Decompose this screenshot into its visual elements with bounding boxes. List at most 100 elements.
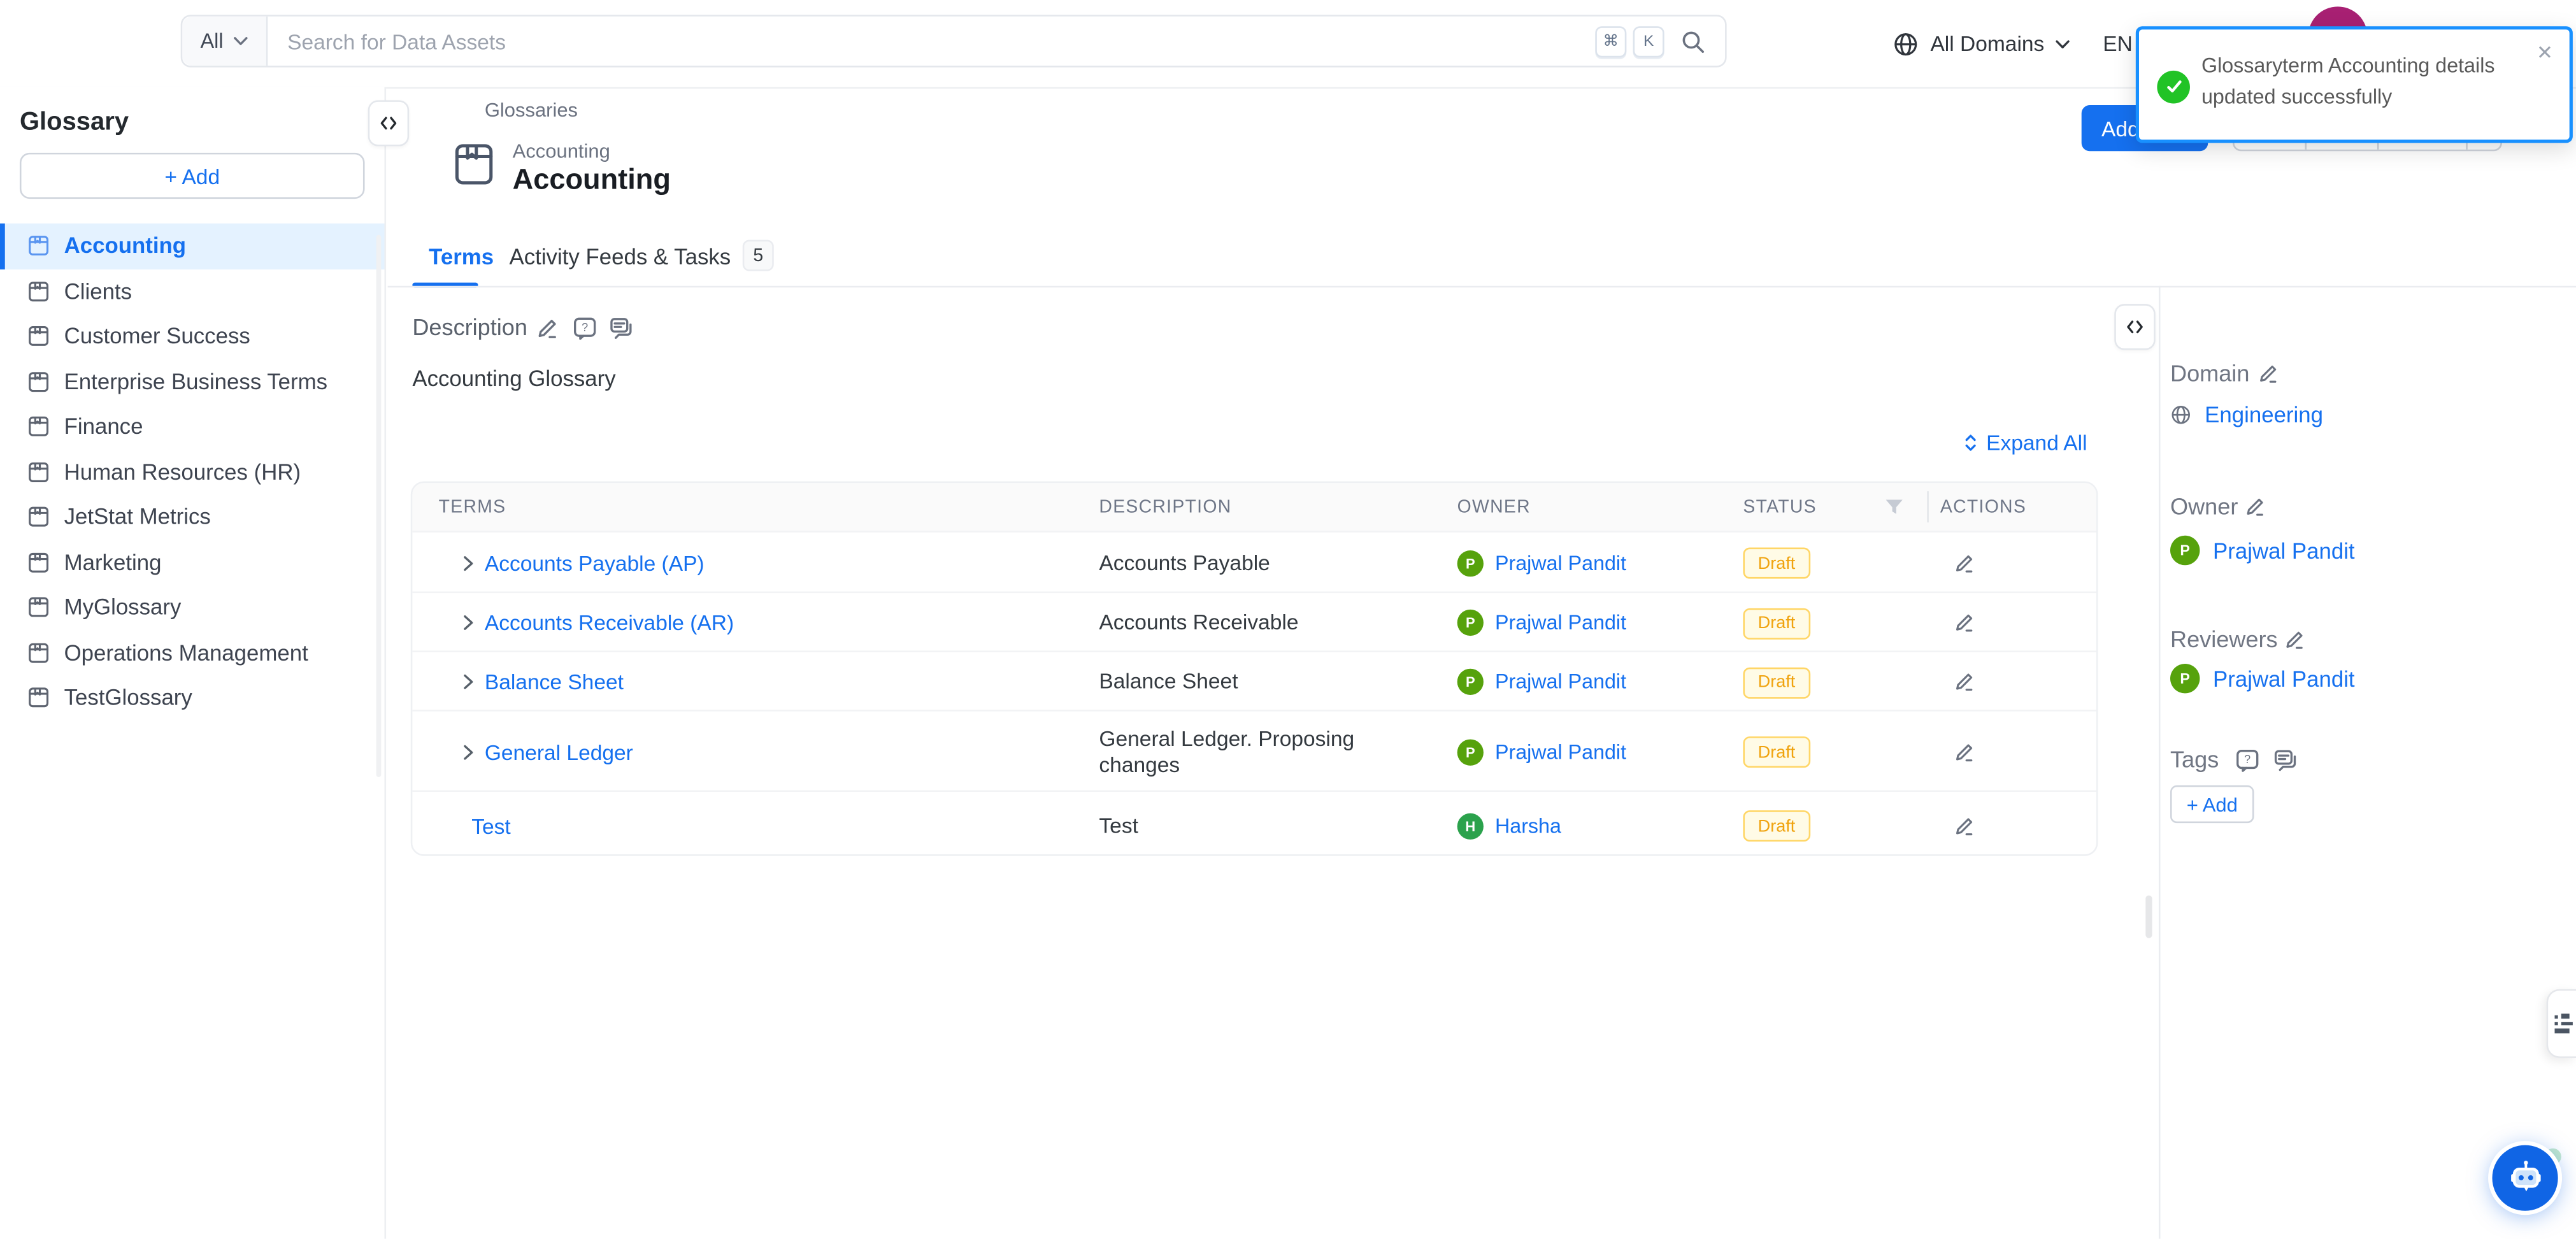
command-key: ⌘ (1595, 25, 1626, 57)
reviewer-link[interactable]: Prajwal Pandit (2213, 666, 2355, 691)
term-link[interactable]: Accounts Payable (AP) (485, 550, 705, 575)
table-row: Balance Sheet Balance Sheet P Prajwal Pa… (412, 650, 2096, 711)
add-glossary-button[interactable]: + Add (20, 153, 365, 199)
filter-funnel-icon (1884, 497, 1904, 517)
owner-link[interactable]: Prajwal Pandit (2213, 538, 2355, 563)
request-tags-button[interactable]: ? (2236, 749, 2259, 772)
request-question-icon: ? (573, 317, 596, 340)
status-badge: Draft (1743, 666, 1810, 698)
avatar: P (2170, 536, 2200, 565)
owner-cell: P Prajwal Pandit (1457, 669, 1626, 695)
expand-all-button[interactable]: Expand All (1961, 431, 2087, 455)
term-link[interactable]: Accounts Receivable (AR) (485, 610, 734, 635)
sidebar-item-accounting[interactable]: Accounting (0, 224, 385, 269)
avatar: P (1457, 738, 1484, 764)
tab-terms[interactable]: Terms (429, 245, 494, 269)
domain-heading: Domain (2170, 360, 2249, 386)
col-actions: ACTIONS (1940, 483, 2026, 531)
status-cell: Draft (1743, 810, 1810, 842)
edit-term-button[interactable] (1954, 552, 1975, 574)
breadcrumb[interactable]: Glossaries (485, 99, 578, 122)
edit-pencil-icon (1954, 552, 1975, 574)
tabs-divider (388, 286, 2576, 288)
sidebar-item-clients[interactable]: Clients (0, 269, 385, 314)
collapse-right-panel-button[interactable] (2114, 304, 2155, 350)
owner-link[interactable]: Prajwal Pandit (1495, 551, 1626, 574)
col-status: STATUS (1743, 483, 1816, 531)
language-label: EN (2103, 31, 2133, 56)
edit-reviewers-button[interactable] (2284, 629, 2305, 651)
owner-link[interactable]: Prajwal Pandit (1495, 670, 1626, 693)
glossary-book-icon (28, 280, 50, 302)
conversation-icon (610, 317, 633, 340)
add-tag-button[interactable]: + Add (2170, 785, 2254, 823)
sidebar-item-jetstat-metrics[interactable]: JetStat Metrics (0, 494, 385, 540)
expand-row-icon[interactable] (462, 615, 475, 631)
chat-bot-button[interactable] (2492, 1145, 2558, 1211)
domain-link[interactable]: Engineering (2205, 403, 2323, 427)
expand-row-icon[interactable] (462, 743, 475, 760)
col-owner: OWNER (1457, 483, 1531, 531)
right-panel-divider (2159, 286, 2161, 1239)
sidebar-item-human-resources[interactable]: Human Resources (HR) (0, 449, 385, 494)
k-key: K (1633, 25, 1664, 57)
table-row: Accounts Receivable (AR) Accounts Receiv… (412, 591, 2096, 652)
chevron-down-icon (233, 36, 248, 46)
sidebar-item-myglossary[interactable]: MyGlossary (0, 585, 385, 630)
reviewers-heading: Reviewers (2170, 626, 2278, 652)
tab-activity-feeds[interactable]: Activity Feeds & Tasks (510, 245, 731, 269)
expand-row-icon[interactable] (462, 554, 475, 571)
status-filter-button[interactable] (1884, 483, 1904, 531)
edit-term-button[interactable] (1954, 671, 1975, 693)
header-divider (1927, 491, 1929, 522)
main-scrollbar-thumb[interactable] (2145, 896, 2152, 938)
search-input[interactable] (268, 29, 1595, 54)
edit-pencil-icon (1954, 815, 1975, 836)
sidebar-item-finance[interactable]: Finance (0, 404, 385, 449)
global-search[interactable]: All ⌘ K (181, 15, 1727, 68)
globe-icon (1893, 31, 1919, 57)
close-icon[interactable]: ✕ (2537, 41, 2553, 64)
request-description-button[interactable]: ? (573, 317, 596, 340)
term-link[interactable]: General Ledger (485, 740, 633, 764)
edit-description-button[interactable] (536, 317, 559, 340)
edit-domain-button[interactable] (2258, 363, 2279, 385)
edit-term-button[interactable] (1954, 815, 1975, 836)
sidebar-item-testglossary[interactable]: TestGlossary (0, 675, 385, 720)
owner-link[interactable]: Prajwal Pandit (1495, 611, 1626, 634)
tags-conversation-button[interactable] (2273, 749, 2296, 772)
term-link[interactable]: Balance Sheet (485, 670, 624, 694)
toast-message: Glossaryterm Accounting details updated … (2201, 51, 2495, 113)
domains-selector[interactable]: All Domains (1893, 0, 2070, 87)
owner-link[interactable]: Harsha (1495, 814, 1561, 837)
term-description: Balance Sheet (1099, 669, 1403, 695)
search-icon (1680, 29, 1705, 54)
edit-pencil-icon (1954, 612, 1975, 634)
reviewer-value-row: P Prajwal Pandit (2170, 664, 2355, 693)
description-heading: Description (412, 314, 527, 340)
right-edge-drawer-handle[interactable] (2547, 989, 2576, 1058)
glossary-book-icon (28, 687, 50, 709)
description-conversation-button[interactable] (610, 317, 633, 340)
expand-row-icon[interactable] (462, 673, 475, 690)
edit-pencil-icon (536, 317, 559, 340)
edit-term-button[interactable] (1954, 612, 1975, 634)
search-scope-dropdown[interactable]: All (182, 17, 268, 66)
edit-pencil-icon (2258, 363, 2279, 385)
owner-cell: P Prajwal Pandit (1457, 550, 1626, 576)
edit-term-button[interactable] (1954, 741, 1975, 763)
status-cell: Draft (1743, 547, 1810, 578)
term-link[interactable]: Test (471, 813, 510, 838)
entity-name-secondary: Accounting (513, 140, 610, 162)
sidebar-item-enterprise-business-terms[interactable]: Enterprise Business Terms (0, 359, 385, 405)
sidebar-item-marketing[interactable]: Marketing (0, 540, 385, 585)
owner-link[interactable]: Prajwal Pandit (1495, 740, 1626, 763)
edit-owner-button[interactable] (2244, 496, 2266, 518)
glossary-entity-icon (454, 141, 494, 187)
domain-value-row: Engineering (2170, 403, 2323, 427)
sidebar-scrollbar[interactable] (376, 235, 382, 777)
page-title: Accounting (513, 162, 671, 197)
collapse-left-panel-button[interactable] (368, 100, 409, 146)
sidebar-item-customer-success[interactable]: Customer Success (0, 314, 385, 359)
sidebar-item-operations-management[interactable]: Operations Management (0, 630, 385, 675)
